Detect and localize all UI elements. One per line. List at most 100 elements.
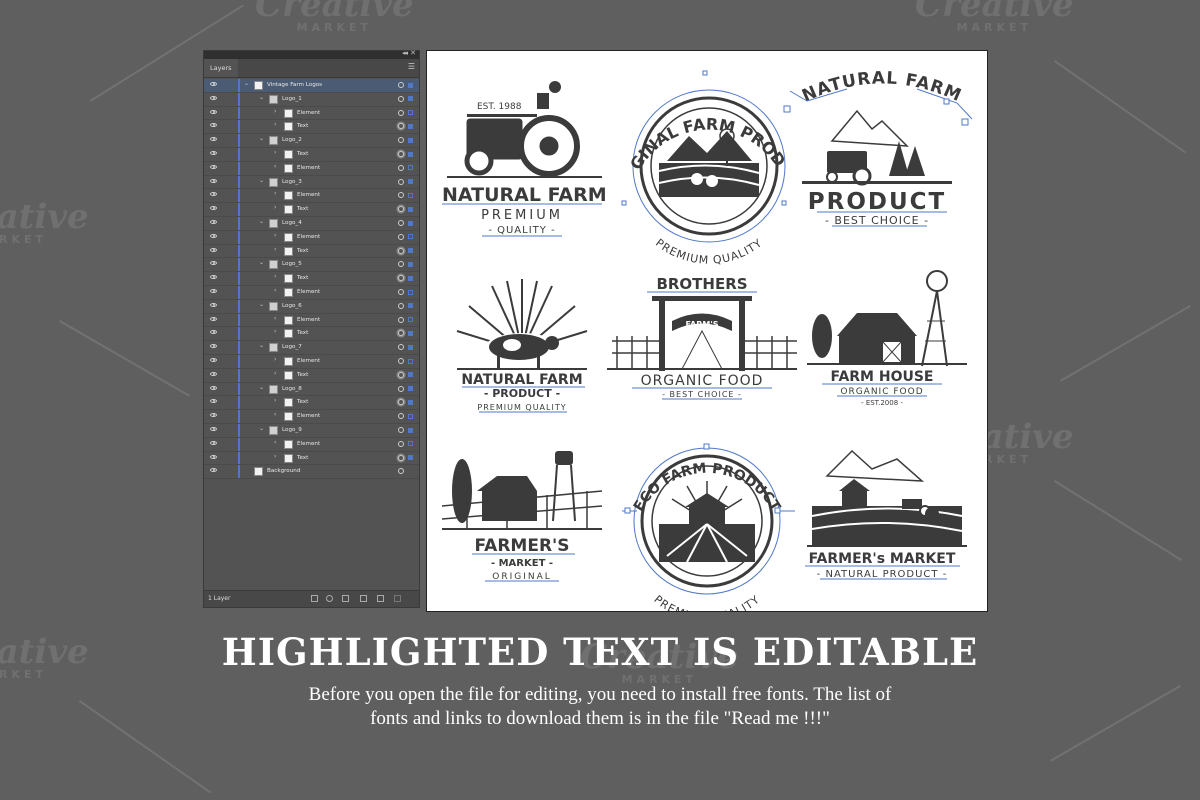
logo-4[interactable]: NATURAL FARM - PRODUCT - PREMIUM QUALITY (456, 279, 588, 413)
target-icon[interactable] (398, 316, 404, 323)
visibility-eye-icon[interactable] (210, 164, 217, 169)
layer-row[interactable]: › Text (204, 451, 419, 466)
target-icon[interactable] (398, 247, 404, 254)
tab-layers[interactable]: Layers (204, 59, 238, 77)
target-icon[interactable] (398, 330, 404, 337)
layer-name[interactable]: Element (297, 441, 320, 447)
collapse-arrow-icon[interactable]: ⌄ (259, 425, 264, 432)
layer-row[interactable]: › Text (204, 368, 419, 383)
layer-name[interactable]: Logo_3 (282, 179, 302, 185)
target-icon[interactable] (398, 137, 404, 144)
visibility-eye-icon[interactable] (210, 385, 217, 390)
target-icon[interactable] (398, 358, 404, 364)
layer-name[interactable]: Logo_5 (282, 261, 302, 267)
layer-row[interactable]: › Element (204, 230, 419, 245)
visibility-eye-icon[interactable] (210, 344, 217, 349)
visibility-eye-icon[interactable] (210, 275, 217, 280)
layer-row[interactable]: › Text (204, 203, 419, 217)
expand-arrow-icon[interactable]: › (274, 328, 276, 335)
target-icon[interactable] (398, 289, 404, 295)
expand-arrow-icon[interactable]: › (274, 163, 276, 170)
target-icon[interactable] (398, 109, 404, 116)
target-icon[interactable] (398, 220, 404, 226)
layer-row[interactable]: ⌄ Logo_9 (204, 424, 419, 438)
selection-indicator[interactable] (408, 179, 413, 185)
visibility-eye-icon[interactable] (210, 427, 217, 431)
expand-arrow-icon[interactable]: › (274, 439, 276, 446)
layer-name[interactable]: Logo_1 (282, 96, 302, 102)
layer-name[interactable]: Element (297, 165, 320, 171)
layer-row[interactable]: › Text (204, 120, 419, 135)
selection-indicator[interactable] (408, 123, 413, 129)
layer-name[interactable]: Text (297, 330, 308, 336)
selection-indicator[interactable] (408, 344, 413, 350)
visibility-eye-icon[interactable] (210, 289, 217, 293)
visibility-eye-icon[interactable] (210, 330, 217, 335)
layer-row[interactable]: ⌄ Logo_3 (204, 175, 419, 190)
layer-name[interactable]: Element (297, 289, 320, 295)
selection-indicator[interactable] (408, 82, 413, 88)
layer-row[interactable]: Background (204, 465, 419, 480)
layer-name[interactable]: Element (297, 413, 320, 419)
selection-indicator[interactable] (408, 220, 413, 226)
target-icon[interactable] (398, 302, 404, 309)
layer-row[interactable]: › Element (204, 355, 419, 369)
layer-row[interactable]: › Element (204, 161, 419, 176)
clipping-mask-icon[interactable] (342, 595, 349, 602)
layer-name[interactable]: Text (297, 123, 308, 129)
expand-arrow-icon[interactable]: › (274, 232, 276, 239)
selection-indicator[interactable] (408, 330, 413, 336)
logo-9[interactable]: FARMER's MARKET - NATURAL PRODUCT - (805, 449, 967, 580)
selection-indicator[interactable] (408, 427, 413, 433)
target-icon[interactable] (398, 399, 404, 406)
expand-arrow-icon[interactable]: › (274, 149, 276, 156)
new-sublayer-icon[interactable] (360, 595, 367, 602)
visibility-eye-icon[interactable] (210, 440, 217, 445)
visibility-eye-icon[interactable] (210, 220, 217, 224)
visibility-eye-icon[interactable] (210, 454, 217, 459)
collapse-icon[interactable]: ◂◂ (402, 49, 408, 57)
selection-indicator[interactable] (408, 372, 413, 378)
visibility-eye-icon[interactable] (210, 192, 217, 197)
layer-row[interactable]: › Text (204, 244, 419, 259)
logo-3[interactable]: NATURAL FARM PRODUCT - BEST CHOICE - (783, 68, 973, 227)
visibility-eye-icon[interactable] (210, 371, 217, 376)
layer-row[interactable]: › Element (204, 313, 419, 328)
selection-indicator[interactable] (408, 455, 413, 461)
layer-name[interactable]: Element (297, 358, 320, 364)
expand-arrow-icon[interactable]: › (274, 287, 276, 294)
layer-name[interactable]: Text (297, 248, 308, 254)
expand-arrow-icon[interactable]: › (274, 273, 276, 280)
layer-row[interactable]: › Element (204, 189, 419, 204)
target-icon[interactable] (398, 440, 404, 447)
selection-indicator[interactable] (408, 151, 413, 157)
collapse-arrow-icon[interactable]: ⌄ (259, 135, 264, 142)
layer-row[interactable]: › Element (204, 437, 419, 452)
target-icon[interactable] (398, 164, 404, 171)
collapse-arrow-icon[interactable]: ⌄ (244, 80, 249, 87)
layer-row[interactable]: ⌄ Logo_4 (204, 217, 419, 231)
target-icon[interactable] (398, 371, 404, 378)
layer-name[interactable]: Element (297, 192, 320, 198)
target-icon[interactable] (398, 413, 404, 420)
collapse-arrow-icon[interactable]: ⌄ (259, 301, 264, 308)
collapse-arrow-icon[interactable]: ⌄ (259, 342, 264, 349)
selection-indicator[interactable] (408, 275, 413, 281)
selection-indicator[interactable] (408, 289, 413, 295)
selection-indicator[interactable] (408, 441, 413, 447)
layer-row[interactable]: ⌄ Logo_5 (204, 258, 419, 273)
layer-name[interactable]: Logo_8 (282, 386, 302, 392)
layer-name[interactable]: Element (297, 234, 320, 240)
visibility-eye-icon[interactable] (210, 109, 217, 114)
trash-icon[interactable] (394, 595, 401, 602)
collapse-arrow-icon[interactable]: ⌄ (259, 94, 264, 101)
new-layer-icon[interactable] (377, 595, 384, 602)
target-icon[interactable] (398, 427, 404, 433)
target-icon[interactable] (398, 123, 404, 130)
layer-row[interactable]: ⌄ Logo_6 (204, 299, 419, 314)
layer-name[interactable]: Text (297, 151, 308, 157)
target-icon[interactable] (398, 192, 404, 199)
target-icon[interactable] (398, 261, 404, 268)
selection-indicator[interactable] (408, 110, 413, 116)
visibility-eye-icon[interactable] (210, 137, 217, 142)
